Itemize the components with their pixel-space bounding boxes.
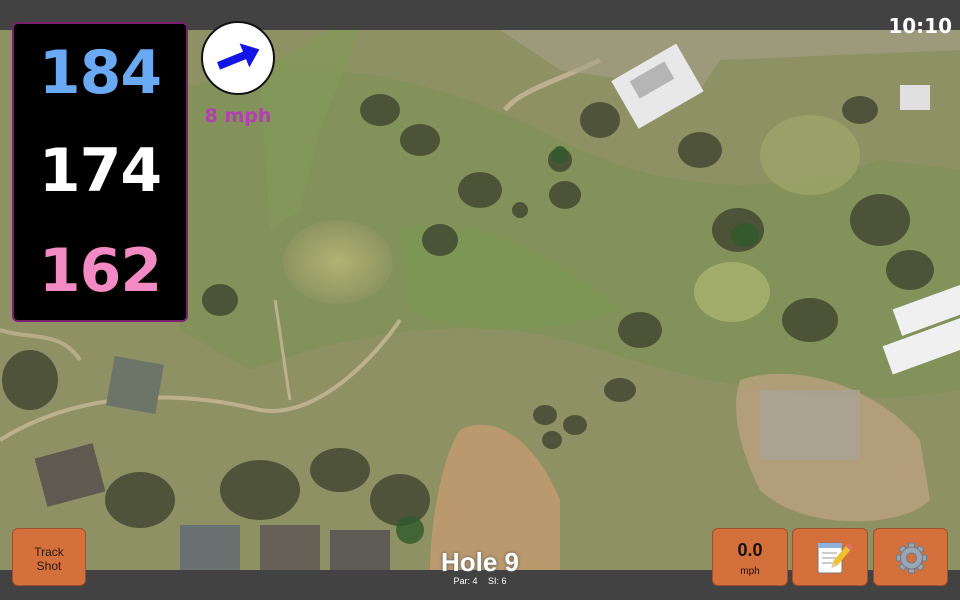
notepad-icon	[817, 542, 853, 574]
track-shot-label-line2: Shot	[36, 559, 62, 573]
speed-value: 0.0	[737, 540, 763, 560]
track-shot-label-line1: Track	[34, 545, 64, 559]
gear-icon	[896, 542, 927, 574]
back-distance: 184	[38, 38, 162, 108]
wind-indicator	[201, 21, 275, 95]
track-shot-label: Track Shot	[13, 545, 85, 573]
notes-button[interactable]	[792, 528, 868, 586]
hole-info: Hole 9 Par: 4 SI: 6	[400, 548, 560, 587]
speed-button[interactable]: 0.0 mph	[712, 528, 788, 586]
track-shot-button[interactable]: Track Shot	[12, 528, 86, 586]
hole-par: Par: 4	[453, 576, 478, 586]
middle-distance: 174	[38, 136, 162, 206]
settings-button[interactable]	[873, 528, 948, 586]
wind-arrow-icon	[217, 43, 260, 70]
speed-unit: mph	[740, 566, 760, 577]
front-distance: 162	[38, 236, 162, 306]
hole-si: SI: 6	[488, 576, 507, 586]
hole-details: Par: 4 SI: 6	[400, 576, 560, 587]
clock: 10:10	[888, 14, 952, 38]
distance-panel: 184 174 162	[12, 22, 188, 322]
wind-speed: 8 mph	[204, 105, 272, 127]
hole-title: Hole 9	[440, 547, 520, 577]
